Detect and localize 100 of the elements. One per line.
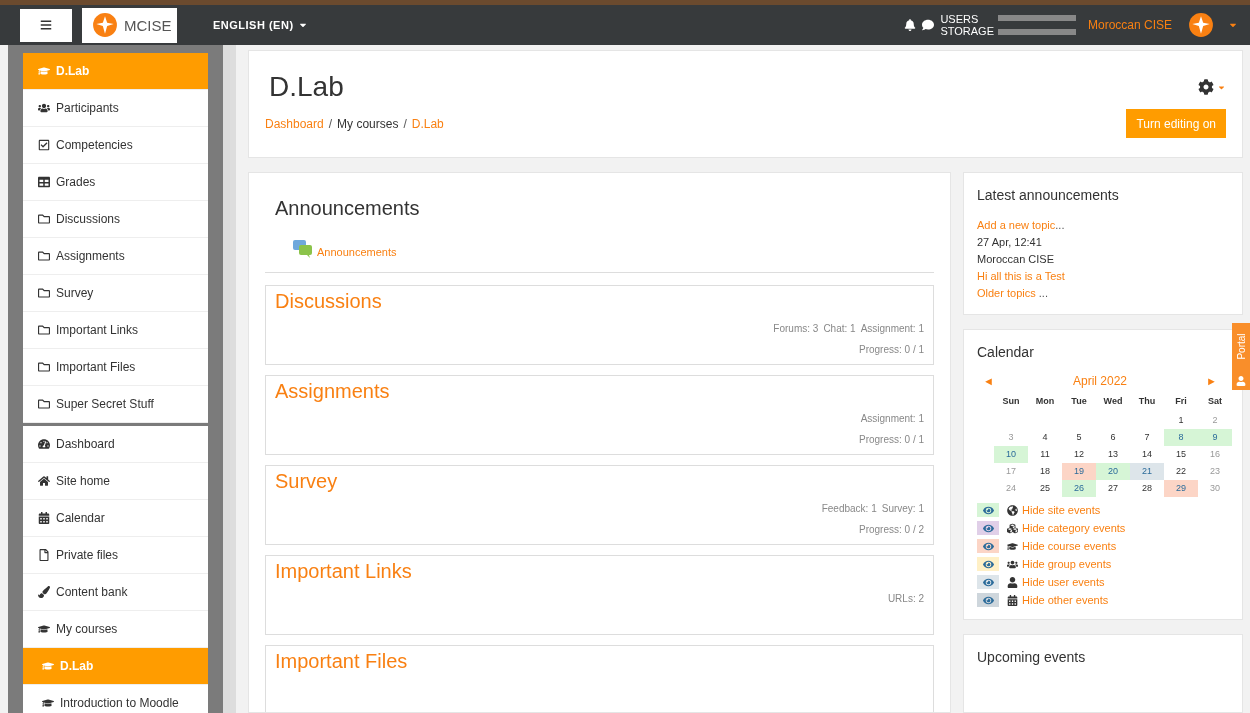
sidebar-item[interactable]: Survey: [23, 275, 208, 312]
activity-count: Feedback: 1: [821, 503, 877, 514]
progress-text: Progress: 0 / 1: [858, 344, 924, 355]
calendar-day[interactable]: 14: [1130, 446, 1164, 463]
calendar-day[interactable]: 29: [1164, 480, 1198, 497]
settings-menu[interactable]: [1198, 79, 1226, 95]
sidebar-item[interactable]: Super Secret Stuff: [23, 386, 208, 423]
calendar-day[interactable]: 11: [1028, 446, 1062, 463]
quota-label: USERS: [940, 13, 980, 25]
menu-button[interactable]: [20, 8, 72, 42]
chat-icon[interactable]: [922, 19, 935, 31]
calendar-day[interactable]: 26: [1062, 480, 1096, 497]
calendar-day[interactable]: 13: [1096, 446, 1130, 463]
forum-link[interactable]: Announcements: [317, 246, 397, 258]
sidebar-item[interactable]: Assignments: [23, 238, 208, 275]
folder-icon: [38, 213, 50, 225]
event-filter-link[interactable]: Hide course events: [977, 539, 1229, 553]
users-icon: [1007, 558, 1018, 570]
home-icon: [38, 475, 50, 487]
ellipsis: ...: [1037, 286, 1048, 301]
calendar-day[interactable]: 23: [1198, 463, 1232, 480]
calendar-day[interactable]: 20: [1096, 463, 1130, 480]
sidebar-item[interactable]: Introduction to Moodle: [23, 685, 208, 713]
menu-icon: [40, 19, 52, 31]
older-topics-link[interactable]: Older topics: [977, 285, 1036, 302]
sidebar-item[interactable]: My courses: [23, 611, 208, 648]
language-menu[interactable]: ENGLISH (EN): [207, 18, 314, 32]
weekday-label: Sun: [1001, 396, 1021, 408]
user-icon: [1236, 376, 1246, 386]
activity-count: Assignment: 1: [860, 323, 924, 334]
breadcrumb-separator: /: [403, 117, 407, 131]
block-title: Upcoming events: [977, 649, 1087, 665]
section-heading: Announcements: [275, 197, 421, 220]
calendar-day[interactable]: 5: [1062, 429, 1096, 446]
calendar-day[interactable]: 24: [994, 480, 1028, 497]
calendar-day[interactable]: 3: [994, 429, 1028, 446]
sidebar-item[interactable]: Calendar: [23, 500, 208, 537]
weekday-label: Mon: [1034, 396, 1056, 408]
sidebar-item[interactable]: Dashboard: [23, 426, 208, 463]
event-filter-link[interactable]: Hide other events: [977, 593, 1229, 607]
sidebar-item[interactable]: Content bank: [23, 574, 208, 611]
user-name[interactable]: Moroccan CISE: [1087, 18, 1172, 32]
calendar-day[interactable]: 22: [1164, 463, 1198, 480]
month-title[interactable]: April 2022: [1072, 374, 1127, 388]
folder-icon: [38, 250, 50, 262]
calendar-day[interactable]: 10: [994, 446, 1028, 463]
brush-icon: [38, 586, 50, 598]
event-filter-link[interactable]: Hide group events: [977, 557, 1229, 571]
sidebar-item[interactable]: Discussions: [23, 201, 208, 238]
breadcrumb-link[interactable]: Dashboard: [265, 117, 324, 131]
calendar-day[interactable]: 21: [1130, 463, 1164, 480]
settings-icon: [1198, 79, 1214, 95]
calendar-day[interactable]: 15: [1164, 446, 1198, 463]
activity-count: Survey: 1: [881, 503, 924, 514]
sidebar-item[interactable]: Site home: [23, 463, 208, 500]
calendar-day[interactable]: 25: [1028, 480, 1062, 497]
event-filter-link[interactable]: Hide category events: [977, 521, 1229, 535]
sidebar-item[interactable]: Competencies: [23, 127, 208, 164]
calendar-day[interactable]: 27: [1096, 480, 1130, 497]
sidebar-item[interactable]: Grades: [23, 164, 208, 201]
weekday-label: Fri: [1174, 396, 1188, 408]
chat-bubbles-icon: [293, 240, 313, 258]
calendar-day[interactable]: 17: [994, 463, 1028, 480]
graduation-cap-icon: [38, 623, 50, 635]
file-icon: [38, 549, 50, 561]
sidebar-item[interactable]: Participants: [23, 90, 208, 127]
add-topic-link[interactable]: Add a new topic: [977, 217, 1056, 234]
calendar-day[interactable]: 2: [1198, 412, 1232, 429]
post-author: Moroccan CISE: [977, 252, 1056, 267]
sidebar-item[interactable]: Important Files: [23, 349, 208, 386]
cubes-icon: [1007, 522, 1018, 534]
calendar-day[interactable]: 18: [1028, 463, 1062, 480]
activity-count: Chat: 1: [823, 323, 856, 334]
event-filter-link[interactable]: Hide site events: [977, 503, 1229, 517]
calendar-day[interactable]: 16: [1198, 446, 1232, 463]
user-icon: [1007, 576, 1018, 588]
page-title: D.Lab: [269, 71, 345, 103]
calendar-day[interactable]: 6: [1096, 429, 1130, 446]
sidebar-item[interactable]: Private files: [23, 537, 208, 574]
calendar-day[interactable]: 9: [1198, 429, 1232, 446]
breadcrumb-link[interactable]: D.Lab: [411, 117, 444, 131]
calendar-day[interactable]: 12: [1062, 446, 1096, 463]
logo-icon: [1188, 12, 1214, 38]
calendar-day[interactable]: 4: [1028, 429, 1062, 446]
calendar-day[interactable]: 1: [1164, 412, 1198, 429]
calendar-day[interactable]: 7: [1130, 429, 1164, 446]
weekday-label: Wed: [1102, 396, 1124, 408]
calendar-day[interactable]: 19: [1062, 463, 1096, 480]
calendar-day[interactable]: 30: [1198, 480, 1232, 497]
event-filter-link[interactable]: Hide user events: [977, 575, 1229, 589]
table-icon: [38, 176, 50, 188]
bell-icon[interactable]: [904, 19, 917, 31]
calendar-day[interactable]: 8: [1164, 429, 1198, 446]
post-link[interactable]: Hi all this is a Test: [977, 268, 1065, 285]
brand-logo[interactable]: MCISE: [82, 7, 177, 43]
graduation-cap-icon: [1007, 540, 1018, 552]
calendar-day[interactable]: 28: [1130, 480, 1164, 497]
activity-count: URLs: 2: [887, 593, 924, 604]
sidebar-item[interactable]: Important Links: [23, 312, 208, 349]
graduation-cap-icon: [42, 660, 54, 672]
